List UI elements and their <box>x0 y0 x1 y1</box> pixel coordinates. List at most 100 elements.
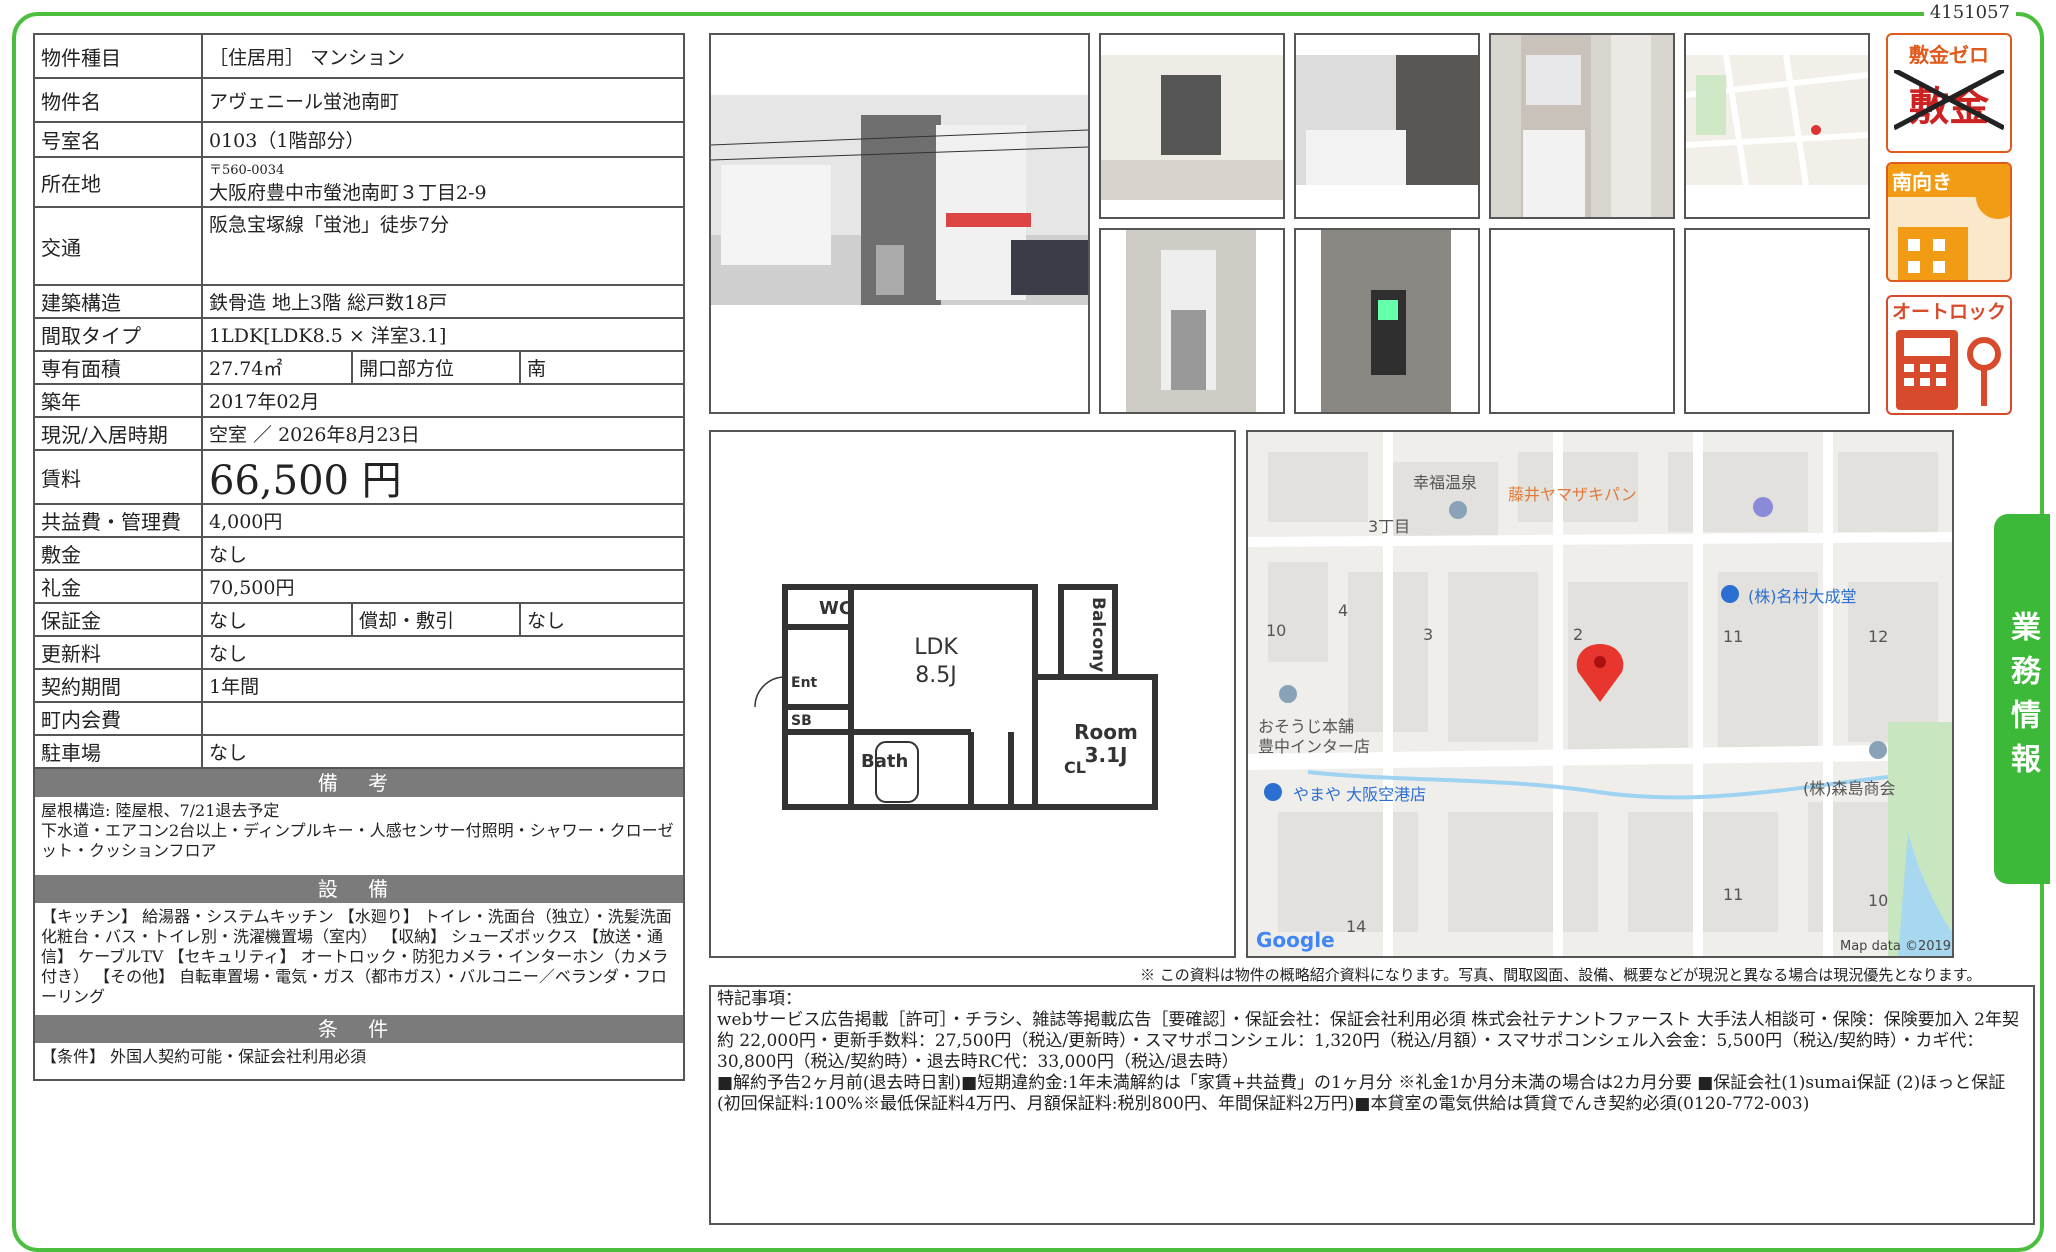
fp-room-size: 3.1J <box>1085 743 1128 767</box>
contract-label: 契約期間 <box>35 670 203 701</box>
photo-area-map[interactable] <box>1684 33 1870 219</box>
town-fee-value <box>203 703 683 734</box>
fp-sb: SB <box>791 713 812 729</box>
amortization-label: 償却・敷引 <box>351 604 521 635</box>
equipment-header: 設 備 <box>35 875 683 903</box>
equipment-body: 【キッチン】 給湯器・システムキッチン 【水廻り】 トイレ・洗面台（独立）・洗髪… <box>41 907 672 1006</box>
row-rent: 賃料 66,500 円 <box>35 451 683 505</box>
postal-code: 〒560-0034 <box>209 163 285 178</box>
guarantee-label: 保証金 <box>35 604 203 635</box>
key-money-label: 礼金 <box>35 571 203 602</box>
row-renewal: 更新料 なし <box>35 637 683 670</box>
zero-deposit-label: 敷金ゼロ <box>1909 43 1989 67</box>
row-layout: 間取タイプ 1LDK[LDK8.5 × 洋室3.1] <box>35 319 683 352</box>
document-id: 4151057 <box>1923 2 2016 23</box>
facing-label: 開口部方位 <box>351 352 521 383</box>
remarks-header: 備 考 <box>35 769 683 797</box>
amortization-value: なし <box>527 610 566 632</box>
fee-value: 4,000円 <box>209 511 283 533</box>
type-value: ［住居用］ マンション <box>209 46 406 69</box>
fp-bath: Bath <box>861 751 908 772</box>
photo-hallway[interactable] <box>1099 228 1285 414</box>
row-area: 専有面積 27.74㎡ 開口部方位 南 <box>35 352 683 385</box>
lock-keypad-icon <box>1896 330 2001 410</box>
transport-label: 交通 <box>35 208 203 284</box>
cross-out-icon <box>1894 70 2004 130</box>
row-structure: 建築構造 鉄骨造 地上3階 総戸数18戸 <box>35 286 683 319</box>
map-label-10: 10 <box>1266 621 1286 640</box>
photo-intercom[interactable] <box>1294 228 1480 414</box>
floor-plan[interactable]: WC Ent SB Bath LDK 8.5J Balcony Room 3.1… <box>709 430 1236 958</box>
renewal-value: なし <box>209 643 248 665</box>
fp-ldk-size: 8.5J <box>915 663 956 688</box>
photo-washroom[interactable] <box>1489 33 1675 219</box>
row-transport: 交通 阪急宝塚線「蛍池」徒歩7分 <box>35 208 683 286</box>
hallway-image <box>1101 230 1283 412</box>
business-info-tab[interactable]: 業務情報 <box>1994 514 2050 884</box>
fp-cl: CL <box>1064 758 1086 777</box>
name-label: 物件名 <box>35 79 203 121</box>
fp-balcony: Balcony <box>1088 597 1108 672</box>
room-label: 号室名 <box>35 123 203 156</box>
map-google-logo: Google <box>1256 928 1335 952</box>
guarantee-value: なし <box>209 610 248 632</box>
map-label-3: 3 <box>1423 625 1433 644</box>
map-label-11b: 11 <box>1723 885 1743 904</box>
renewal-label: 更新料 <box>35 637 203 668</box>
row-key-money: 礼金 70,500円 <box>35 571 683 604</box>
special-notes-title: 特記事項： <box>717 989 802 1009</box>
fee-label: 共益費・管理費 <box>35 505 203 536</box>
address-value: 大阪府豊中市螢池南町３丁目2-9 <box>209 182 487 204</box>
row-fee: 共益費・管理費 4,000円 <box>35 505 683 538</box>
map-label-kofuku: 幸福温泉 <box>1413 473 1477 492</box>
row-contract: 契約期間 1年間 <box>35 670 683 703</box>
house-sun-icon <box>1898 175 2010 280</box>
row-deposit: 敷金 なし <box>35 538 683 571</box>
map-label-4: 4 <box>1338 601 1348 620</box>
photo-room[interactable] <box>1099 33 1285 219</box>
type-label: 物件種目 <box>35 35 203 77</box>
map-label-toyonaka: 豊中インター店 <box>1258 737 1370 756</box>
structure-label: 建築構造 <box>35 286 203 317</box>
map-label-morishima: (株)森島商会 <box>1803 779 1896 798</box>
map-label-osouji: おそうじ本舗 <box>1258 717 1354 736</box>
intercom-image <box>1296 230 1478 412</box>
room-image <box>1101 35 1283 217</box>
map-label-2: 2 <box>1573 625 1583 644</box>
map-label-14: 14 <box>1346 917 1366 936</box>
bath-image <box>1296 35 1478 217</box>
badge-zero-deposit: 敷金ゼロ 敷金 <box>1886 33 2012 153</box>
fp-room: Room <box>1074 720 1138 744</box>
row-town-fee: 町内会費 <box>35 703 683 736</box>
building-image <box>711 35 1088 412</box>
row-built: 築年 2017年02月 <box>35 385 683 418</box>
map-label-bakery: 藤井ヤマザキパン <box>1508 485 1637 504</box>
badge-autolock: オートロック <box>1886 295 2012 415</box>
disclaimer-note: ※ この資料は物件の概略紹介資料になります。写真、間取図面、設備、概要などが現況… <box>1140 966 1982 984</box>
conditions-header: 条 件 <box>35 1015 683 1043</box>
deposit-label: 敷金 <box>35 538 203 569</box>
status-value: 空室 ／ 2026年8月23日 <box>209 424 420 446</box>
conditions-body: 【条件】 外国人契約可能・保証会社利用必須 <box>41 1047 367 1066</box>
deposit-value: なし <box>209 544 248 566</box>
row-status: 現況/入居時期 空室 ／ 2026年8月23日 <box>35 418 683 451</box>
row-room: 号室名 0103（1階部分） <box>35 123 683 158</box>
map-label-11a: 11 <box>1723 627 1743 646</box>
parking-label: 駐車場 <box>35 736 203 767</box>
property-table: 物件種目 ［住居用］ マンション 物件名 アヴェニール蛍池南町 号室名 0103… <box>33 33 685 1081</box>
row-name: 物件名 アヴェニール蛍池南町 <box>35 79 683 123</box>
town-fee-label: 町内会費 <box>35 703 203 734</box>
exterior-photo[interactable] <box>709 33 1090 414</box>
name-value: アヴェニール蛍池南町 <box>209 90 400 113</box>
badge-south-facing: 南向き <box>1886 162 2012 282</box>
key-money-value: 70,500円 <box>209 577 295 599</box>
photo-bath[interactable] <box>1294 33 1480 219</box>
map-label-3chome: 3丁目 <box>1368 517 1410 536</box>
area-label: 専有面積 <box>35 352 203 383</box>
floor-plan-drawing: WC Ent SB Bath LDK 8.5J Balcony Room 3.1… <box>711 432 1234 956</box>
status-label: 現況/入居時期 <box>35 418 203 449</box>
location-map[interactable]: 幸福温泉 藤井ヤマザキパン 3丁目 (株)名村大成堂 10 4 3 2 11 1… <box>1246 430 1954 958</box>
built-value: 2017年02月 <box>209 391 320 413</box>
room-value: 0103（1階部分） <box>209 130 365 152</box>
built-label: 築年 <box>35 385 203 416</box>
